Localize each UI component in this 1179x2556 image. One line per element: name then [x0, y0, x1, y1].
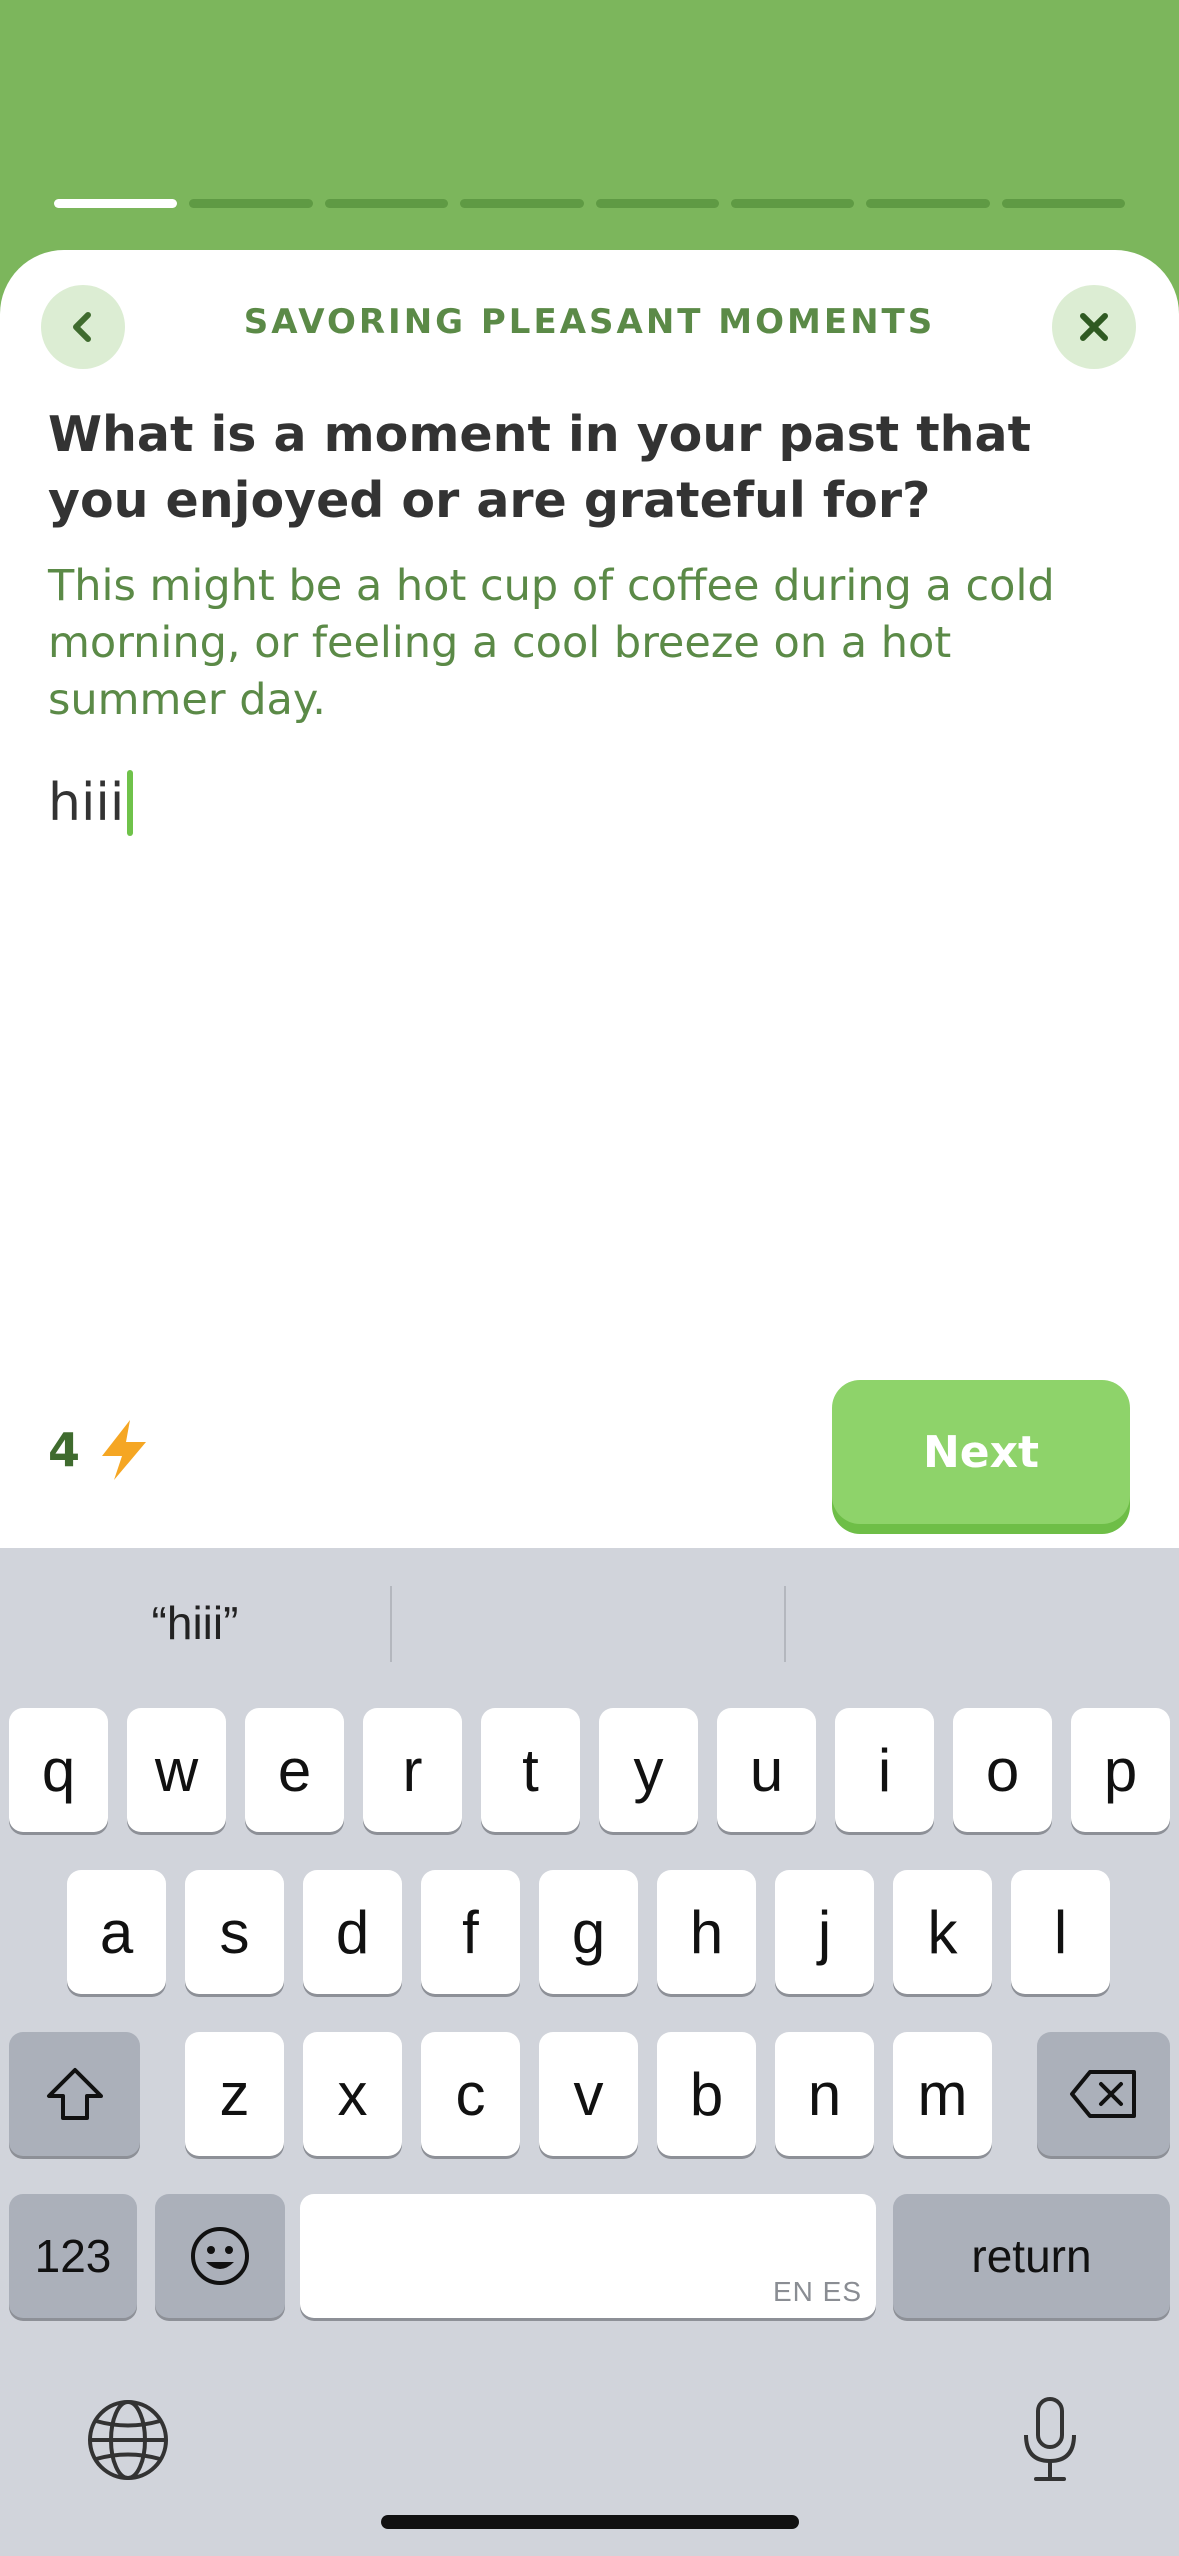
key-h[interactable]: h: [657, 1870, 756, 1994]
dictation-button[interactable]: [1000, 2390, 1100, 2490]
progress-segment-4: [460, 199, 584, 208]
progress-segment-1: [54, 199, 178, 208]
numbers-key[interactable]: 123: [9, 2194, 137, 2318]
progress-segment-2: [189, 199, 313, 208]
prompt-hint: This might be a hot cup of coffee during…: [48, 561, 1055, 725]
key-o[interactable]: o: [953, 1708, 1052, 1832]
key-u[interactable]: u: [717, 1708, 816, 1832]
key-t[interactable]: t: [481, 1708, 580, 1832]
points-value: 4: [48, 1423, 81, 1477]
key-m[interactable]: m: [893, 2032, 992, 2156]
next-button[interactable]: Next: [832, 1380, 1130, 1524]
key-f[interactable]: f: [421, 1870, 520, 1994]
globe-icon: [88, 2400, 168, 2480]
answer-input[interactable]: hiii: [48, 770, 134, 836]
backspace-icon: [1069, 2070, 1136, 2118]
key-a[interactable]: a: [67, 1870, 166, 1994]
suggestion-3[interactable]: [786, 1548, 1179, 1698]
key-x[interactable]: x: [303, 2032, 402, 2156]
key-k[interactable]: k: [893, 1870, 992, 1994]
key-q[interactable]: q: [9, 1708, 108, 1832]
progress-bar: [54, 199, 1125, 209]
close-button[interactable]: [1052, 285, 1136, 369]
emoji-icon: [191, 2227, 249, 2285]
key-e[interactable]: e: [245, 1708, 344, 1832]
key-v[interactable]: v: [539, 2032, 638, 2156]
system-keyboard: “hiii” q w e r t y u i o p a s d f g h j…: [0, 1548, 1179, 2556]
key-l[interactable]: l: [1011, 1870, 1110, 1994]
space-key[interactable]: EN ES: [300, 2194, 876, 2318]
shift-icon: [46, 2068, 103, 2120]
key-g[interactable]: g: [539, 1870, 638, 1994]
prompt-question: What is a moment in your past that you e…: [48, 406, 1032, 529]
progress-segment-7: [866, 199, 990, 208]
key-r[interactable]: r: [363, 1708, 462, 1832]
key-b[interactable]: b: [657, 2032, 756, 2156]
suggestion-bar: “hiii”: [0, 1548, 1179, 1708]
microphone-icon: [1024, 2397, 1076, 2481]
globe-button[interactable]: [80, 2392, 176, 2488]
progress-segment-5: [595, 199, 719, 208]
key-p[interactable]: p: [1071, 1708, 1170, 1832]
key-i[interactable]: i: [835, 1708, 934, 1832]
lightning-bolt-icon: [102, 1420, 147, 1480]
key-z[interactable]: z: [185, 2032, 284, 2156]
progress-segment-8: [1001, 199, 1125, 208]
key-w[interactable]: w: [127, 1708, 226, 1832]
emoji-key[interactable]: [155, 2194, 285, 2318]
progress-segment-3: [324, 199, 449, 208]
key-s[interactable]: s: [185, 1870, 284, 1994]
key-c[interactable]: c: [421, 2032, 520, 2156]
progress-segment-6: [730, 199, 855, 208]
delete-key[interactable]: [1037, 2032, 1170, 2156]
home-indicator: [381, 2515, 799, 2529]
key-n[interactable]: n: [775, 2032, 874, 2156]
key-d[interactable]: d: [303, 1870, 402, 1994]
space-language-label: EN ES: [772, 2276, 862, 2307]
close-icon: [1080, 313, 1108, 341]
answer-text: hiii: [48, 773, 125, 833]
shift-key[interactable]: [9, 2032, 140, 2156]
text-cursor: [127, 770, 134, 836]
points-counter: 4: [48, 1418, 154, 1482]
key-y[interactable]: y: [599, 1708, 698, 1832]
suggestion-1[interactable]: “hiii”: [0, 1548, 390, 1698]
suggestion-2[interactable]: [392, 1548, 784, 1698]
key-j[interactable]: j: [775, 1870, 874, 1994]
return-key[interactable]: return: [893, 2194, 1170, 2318]
module-title: SAVORING PLEASANT MOMENTS: [243, 302, 936, 342]
